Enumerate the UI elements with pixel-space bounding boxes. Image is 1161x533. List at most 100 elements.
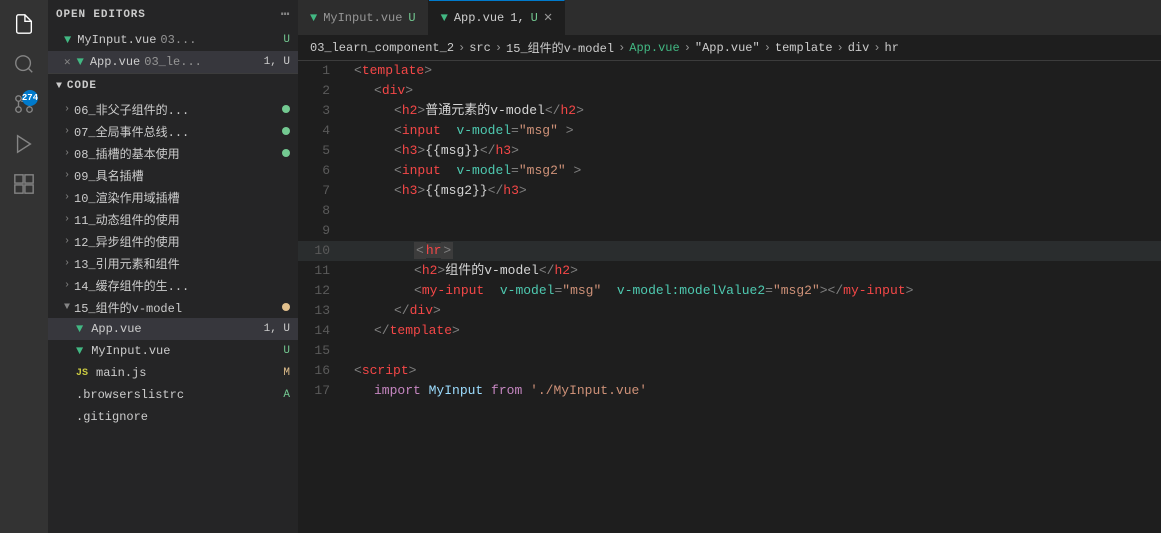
file-gitignore[interactable]: .gitignore [48, 406, 298, 428]
files-icon[interactable] [8, 8, 40, 40]
folder-11-label: 11_动态组件的使用 [74, 211, 180, 228]
folder-08-label: 08_插槽的基本使用 [74, 145, 180, 162]
code-line-3: 3 <h2>普通元素的v-model</h2> [298, 101, 1161, 121]
tab-myinput-badge: U [408, 11, 415, 25]
code-line-4: 4 <input v-model="msg" > [298, 121, 1161, 141]
file-appvue[interactable]: ▼ App.vue 1, U [48, 318, 298, 340]
extensions-icon[interactable] [8, 168, 40, 200]
editor-item-appvue[interactable]: ✕ ▼ App.vue 03_le... 1, U [48, 51, 298, 73]
tab-appvue-close[interactable]: ✕ [544, 11, 552, 25]
folder-10[interactable]: › 10_渲染作用域插槽 [48, 186, 298, 208]
line-number-2: 2 [298, 81, 346, 101]
editor-item-myinput[interactable]: ▼ MyInput.vue 03... U [48, 29, 298, 51]
tab-myinput-vue-icon: ▼ [310, 11, 317, 25]
folder-15[interactable]: ▼ 15_组件的v-model [48, 296, 298, 318]
file-browserslistrc-badge: A [283, 389, 290, 401]
folder-08[interactable]: › 08_插槽的基本使用 [48, 142, 298, 164]
editor-item-appvue-prefix: 03_le... [144, 55, 202, 69]
code-section-header[interactable]: ▼ CODE [48, 74, 298, 98]
code-line-15: 15 [298, 341, 1161, 361]
editor-item-appvue-badge: 1, U [264, 56, 290, 68]
folder-12[interactable]: › 12_异步组件的使用 [48, 230, 298, 252]
line-content-13: </div> [346, 301, 1161, 321]
line-content-5: <h3>{{msg}}</h3> [346, 141, 1161, 161]
line-number-5: 5 [298, 141, 346, 161]
code-editor[interactable]: 1 <template> 2 <div> 3 <h2>普通元素的v-model<… [298, 61, 1161, 533]
code-line-9: 9 [298, 221, 1161, 241]
breadcrumb-sep-7: › [873, 41, 880, 55]
line-number-14: 14 [298, 321, 346, 341]
tab-myinput[interactable]: ▼ MyInput.vue U [298, 0, 429, 35]
tab-appvue[interactable]: ▼ App.vue 1, U ✕ [429, 0, 566, 35]
line-number-16: 16 [298, 361, 346, 381]
breadcrumb-sep-1: › [458, 41, 465, 55]
folder-15-chevron: ▼ [64, 302, 70, 313]
breadcrumb-part-5[interactable]: "App.vue" [695, 41, 760, 55]
code-line-14: 14 </template> [298, 321, 1161, 341]
editor-item-myinput-name: MyInput.vue [77, 33, 156, 47]
code-line-8: 8 [298, 201, 1161, 221]
breadcrumb-part-8[interactable]: hr [885, 41, 899, 55]
line-content-7: <h3>{{msg2}}</h3> [346, 181, 1161, 201]
breadcrumb: 03_learn_component_2 › src › 15_组件的v-mod… [298, 35, 1161, 61]
file-appvue-label: App.vue [91, 322, 141, 336]
line-content-15 [346, 341, 1161, 361]
folder-09-label: 09_具名插槽 [74, 167, 144, 184]
breadcrumb-part-7[interactable]: div [848, 41, 870, 55]
folder-07[interactable]: › 07_全局事件总线... [48, 120, 298, 142]
line-content-10: <hr> [346, 241, 1161, 261]
close-icon-appvue[interactable]: ✕ [64, 55, 71, 69]
open-editors-label: OPEN EDITORS [56, 9, 146, 21]
breadcrumb-part-3[interactable]: 15_组件的v-model [506, 39, 614, 56]
folder-12-chevron: › [64, 236, 70, 247]
line-number-1: 1 [298, 61, 346, 81]
open-editors-header[interactable]: OPEN EDITORS ⋯ [48, 0, 298, 29]
line-number-8: 8 [298, 201, 346, 221]
breadcrumb-sep-5: › [764, 41, 771, 55]
folder-06-label: 06_非父子组件的... [74, 101, 189, 118]
folder-13-chevron: › [64, 258, 70, 269]
search-icon[interactable] [8, 48, 40, 80]
folder-06-chevron: › [64, 104, 70, 115]
new-file-icon[interactable]: ⋯ [281, 6, 290, 23]
debug-icon[interactable] [8, 128, 40, 160]
source-control-icon[interactable]: 274 [8, 88, 40, 120]
breadcrumb-part-6[interactable]: template [775, 41, 833, 55]
js-icon-mainjs: JS [76, 368, 88, 379]
open-editors-icons: ⋯ [281, 6, 290, 23]
tab-bar: ▼ MyInput.vue U ▼ App.vue 1, U ✕ [298, 0, 1161, 35]
file-myinput-label: MyInput.vue [91, 344, 170, 358]
folder-14[interactable]: › 14_缓存组件的生... [48, 274, 298, 296]
folder-13[interactable]: › 13_引用元素和组件 [48, 252, 298, 274]
folder-15-label: 15_组件的v-model [74, 299, 182, 316]
folder-11[interactable]: › 11_动态组件的使用 [48, 208, 298, 230]
breadcrumb-part-4[interactable]: App.vue [629, 41, 679, 55]
tab-appvue-num-badge: 1, [510, 11, 524, 25]
code-line-11: 11 <h2>组件的v-model</h2> [298, 261, 1161, 281]
folder-09[interactable]: › 09_具名插槽 [48, 164, 298, 186]
file-myinput[interactable]: ▼ MyInput.vue U [48, 340, 298, 362]
line-content-1: <template> [346, 61, 1161, 81]
folder-10-chevron: › [64, 192, 70, 203]
folder-07-chevron: › [64, 126, 70, 137]
line-number-11: 11 [298, 261, 346, 281]
line-number-15: 15 [298, 341, 346, 361]
folder-12-label: 12_异步组件的使用 [74, 233, 180, 250]
file-browserslistrc[interactable]: .browserslistrc A [48, 384, 298, 406]
activity-bar: 274 [0, 0, 48, 533]
source-control-badge: 274 [22, 90, 38, 106]
line-content-16: <script> [346, 361, 1161, 381]
editor-item-appvue-name: App.vue [90, 55, 140, 69]
folder-06[interactable]: › 06_非父子组件的... [48, 98, 298, 120]
code-line-5: 5 <h3>{{msg}}</h3> [298, 141, 1161, 161]
code-line-17: 17 import MyInput from './MyInput.vue' [298, 381, 1161, 401]
breadcrumb-sep-3: › [618, 41, 625, 55]
file-mainjs[interactable]: JS main.js M [48, 362, 298, 384]
folder-08-dot [282, 149, 290, 157]
breadcrumb-part-1[interactable]: 03_learn_component_2 [310, 41, 454, 55]
vue-icon-appvue: ▼ [77, 55, 84, 69]
breadcrumb-part-2[interactable]: src [469, 41, 491, 55]
line-number-4: 4 [298, 121, 346, 141]
folder-14-chevron: › [64, 280, 70, 291]
line-number-6: 6 [298, 161, 346, 181]
